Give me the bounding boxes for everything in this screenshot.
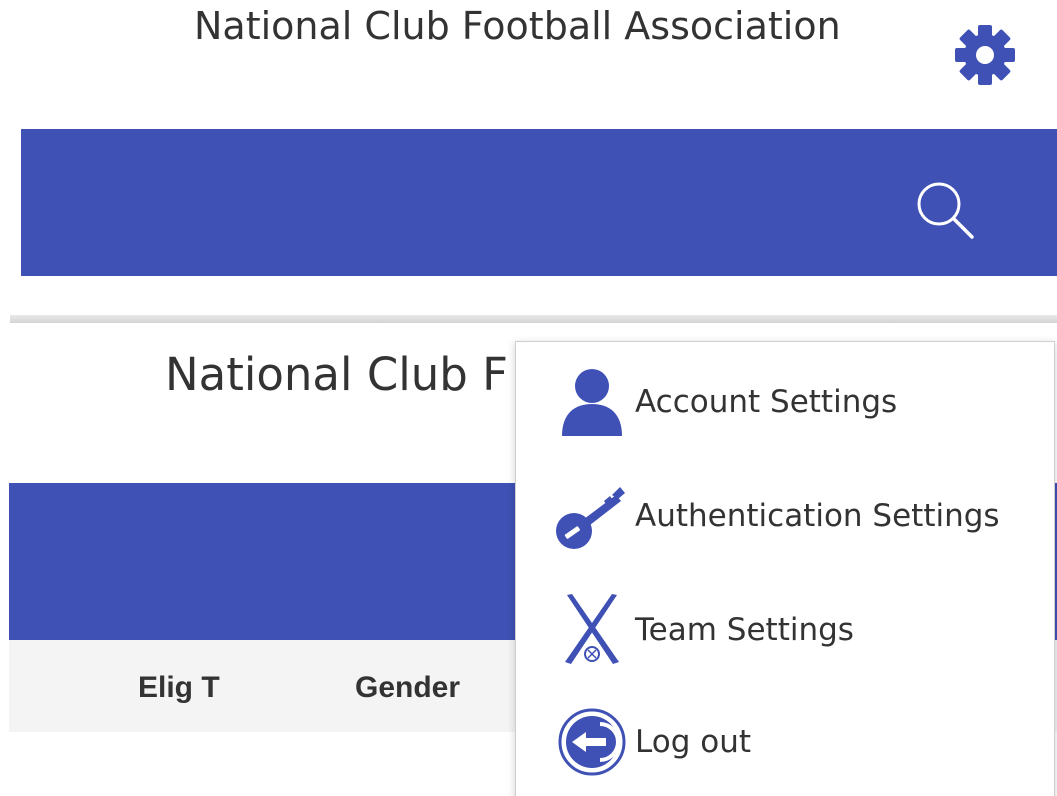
menu-item-label: Authentication Settings: [635, 498, 1000, 534]
column-header-gender[interactable]: Gender: [355, 671, 460, 705]
menu-item-label: Team Settings: [635, 612, 854, 648]
search-icon: [917, 182, 974, 239]
menu-item-label: Account Settings: [635, 384, 898, 420]
top-toolbar: [21, 129, 1057, 276]
menu-item-team-settings[interactable]: Team Settings: [516, 580, 1054, 680]
column-header-elig-t[interactable]: Elig T: [138, 671, 220, 705]
crossed-bats-icon: [554, 592, 630, 668]
settings-dropdown-menu: Account Settings Authentication Settings: [515, 341, 1055, 796]
app-title: National Club Football Association: [194, 4, 841, 48]
user-icon: [554, 364, 630, 440]
page-title: National Club F: [165, 348, 509, 401]
menu-item-account-settings[interactable]: Account Settings: [516, 352, 1054, 452]
page: National Club Football Association Natio…: [0, 0, 1057, 796]
menu-item-authentication-settings[interactable]: Authentication Settings: [516, 466, 1054, 566]
gear-icon: [955, 25, 1015, 85]
menu-item-log-out[interactable]: Log out: [516, 692, 1054, 792]
menu-item-label: Log out: [635, 724, 751, 760]
search-button[interactable]: [905, 174, 985, 246]
settings-button[interactable]: [950, 23, 1020, 87]
panel-divider: [10, 315, 1057, 323]
logout-icon: [554, 704, 630, 780]
key-icon: [554, 478, 630, 554]
